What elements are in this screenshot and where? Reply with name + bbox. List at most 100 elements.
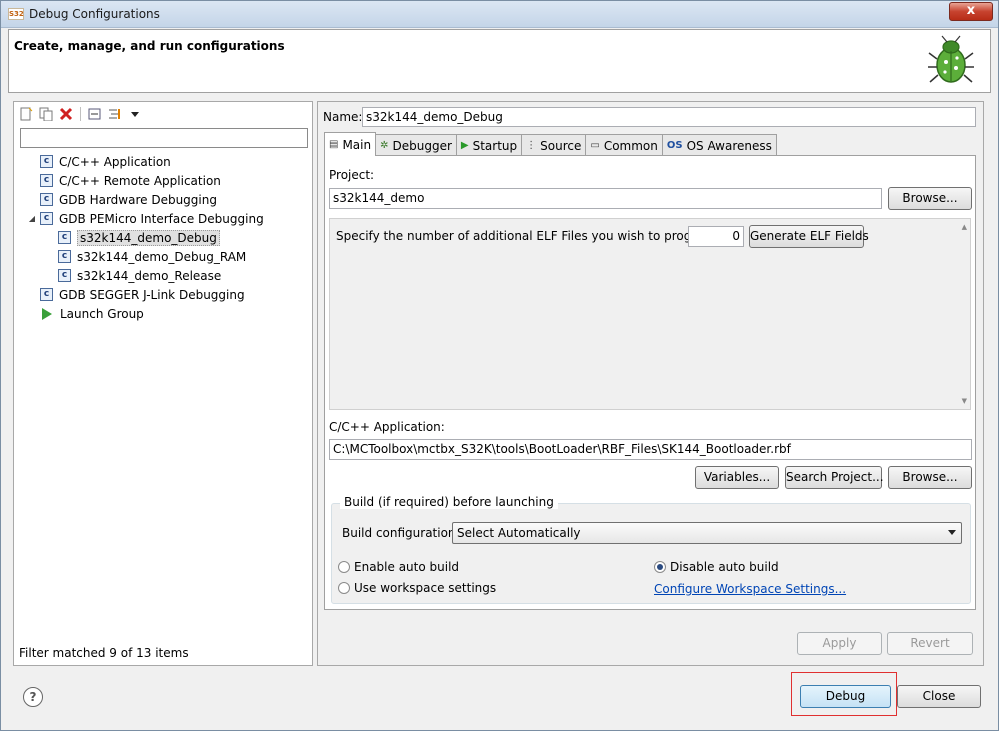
use-workspace-settings-radio[interactable]: Use workspace settings: [338, 581, 496, 595]
c-config-icon: c: [40, 155, 53, 168]
build-configuration-value: Select Automatically: [457, 526, 581, 540]
elf-files-area: Specify the number of additional ELF Fil…: [329, 218, 971, 410]
tree-item-gdb-segger-jlink-debugging[interactable]: c GDB SEGGER J-Link Debugging: [40, 285, 245, 304]
tab-startup[interactable]: ▶ Startup: [455, 134, 523, 156]
toolbar-separator: [80, 107, 81, 121]
tree-item-label: Launch Group: [60, 306, 144, 321]
radio-indicator: [338, 561, 350, 573]
radio-label: Enable auto build: [354, 560, 460, 574]
filter-config-icon[interactable]: [107, 106, 123, 122]
revert-button[interactable]: Revert: [887, 632, 973, 655]
build-configuration-label: Build configuration:: [342, 526, 460, 540]
tab-main[interactable]: ▤ Main: [324, 132, 377, 156]
configure-workspace-settings-link[interactable]: Configure Workspace Settings...: [654, 582, 846, 596]
window-title: Debug Configurations: [29, 7, 160, 21]
c-config-icon: c: [40, 212, 53, 225]
application-browse-button[interactable]: Browse...: [888, 466, 972, 489]
name-input[interactable]: s32k144_demo_Debug: [362, 107, 976, 127]
chevron-down-icon: [948, 530, 956, 535]
generate-elf-fields-button[interactable]: Generate ELF Fields: [749, 225, 869, 248]
config-tabs: ▤ Main ✲ Debugger ▶ Startup ⋮ Source ▭ C…: [324, 132, 777, 156]
common-tab-icon: ▭: [590, 140, 600, 151]
main-tab-body: Project: s32k144_demo Browse... Specify …: [324, 155, 976, 610]
c-config-icon: c: [40, 288, 53, 301]
help-icon[interactable]: ?: [23, 687, 43, 707]
radio-indicator: [338, 582, 350, 594]
tab-common[interactable]: ▭ Common: [585, 134, 663, 156]
expanded-triangle-icon[interactable]: ◢: [26, 214, 38, 223]
apply-button[interactable]: Apply: [797, 632, 882, 655]
variables-button[interactable]: Variables...: [695, 466, 779, 489]
debugger-tab-icon: ✲: [380, 140, 389, 151]
source-tab-icon: ⋮: [526, 140, 537, 151]
c-config-icon: c: [40, 193, 53, 206]
c-config-icon: c: [58, 269, 71, 282]
tab-os-awareness[interactable]: OS OS Awareness: [661, 134, 777, 156]
tab-label: Main: [342, 137, 372, 152]
left-toolbar: [18, 105, 143, 123]
close-window-button[interactable]: x: [949, 2, 993, 21]
tree-item-s32k144-demo-release[interactable]: c s32k144_demo_Release: [58, 266, 221, 285]
configuration-list-panel: c C/C++ Application c C/C++ Remote Appli…: [13, 101, 313, 666]
title-bar: S32 Debug Configurations x: [1, 1, 998, 28]
collapse-all-icon[interactable]: [87, 106, 103, 122]
tab-label: Startup: [472, 138, 518, 153]
debug-button[interactable]: Debug: [800, 685, 891, 708]
tree-item-gdb-pemicro-interface-debugging[interactable]: ◢ c GDB PEMicro Interface Debugging: [26, 209, 264, 228]
build-configuration-select[interactable]: Select Automatically: [452, 522, 962, 544]
elf-count-field[interactable]: 0: [688, 226, 744, 247]
tab-source[interactable]: ⋮ Source: [521, 134, 587, 156]
filter-menu-chevron-down-icon[interactable]: [127, 106, 143, 122]
tree-item-c-cpp-remote-application[interactable]: c C/C++ Remote Application: [40, 171, 221, 190]
tree-item-launch-group[interactable]: Launch Group: [40, 304, 144, 323]
duplicate-config-icon[interactable]: [38, 106, 54, 122]
delete-config-icon[interactable]: [58, 106, 74, 122]
tab-label: Source: [540, 138, 582, 153]
tab-label: Debugger: [392, 138, 452, 153]
tree-item-s32k144-demo-debug[interactable]: c s32k144_demo_Debug: [58, 228, 220, 247]
main-tab-icon: ▤: [329, 139, 339, 150]
bug-icon: [928, 35, 974, 83]
close-button[interactable]: Close: [897, 685, 981, 708]
launch-group-icon: [42, 307, 52, 320]
configuration-editor-panel: Name: s32k144_demo_Debug ▤ Main ✲ Debugg…: [317, 101, 984, 666]
tree-item-label: s32k144_demo_Debug_RAM: [77, 249, 247, 264]
cpp-application-label: C/C++ Application:: [329, 420, 445, 434]
c-config-icon: c: [40, 174, 53, 187]
build-group-title: Build (if required) before launching: [340, 495, 558, 509]
tree-item-label: s32k144_demo_Debug: [77, 229, 220, 246]
filter-input[interactable]: [20, 128, 308, 148]
radio-label: Disable auto build: [670, 560, 779, 574]
disable-auto-build-radio[interactable]: Disable auto build: [654, 560, 779, 574]
new-config-icon[interactable]: [18, 106, 34, 122]
startup-tab-icon: ▶: [460, 140, 469, 151]
project-browse-button[interactable]: Browse...: [888, 187, 972, 210]
tree-item-label: GDB PEMicro Interface Debugging: [59, 211, 264, 226]
tree-item-c-cpp-application[interactable]: c C/C++ Application: [40, 152, 171, 171]
cpp-application-field[interactable]: C:\MCToolbox\mctbx_S32K\tools\BootLoader…: [329, 439, 972, 460]
tab-debugger[interactable]: ✲ Debugger: [375, 134, 457, 156]
tree-item-s32k144-demo-debug-ram[interactable]: c s32k144_demo_Debug_RAM: [58, 247, 246, 266]
build-group: Build (if required) before launching Bui…: [331, 495, 971, 604]
search-project-button[interactable]: Search Project...: [785, 466, 884, 489]
tree-item-label: GDB SEGGER J-Link Debugging: [59, 287, 245, 302]
project-label: Project:: [329, 168, 375, 182]
header-title: Create, manage, and run configurations: [14, 39, 285, 53]
elf-prompt: Specify the number of additional ELF Fil…: [336, 229, 720, 243]
tab-label: Common: [603, 138, 658, 153]
header-banner: Create, manage, and run configurations: [8, 29, 991, 93]
tree-item-label: C/C++ Remote Application: [59, 173, 221, 188]
scroll-up-icon[interactable]: ▲: [962, 223, 967, 231]
radio-indicator: [654, 561, 666, 573]
tree-item-gdb-hardware-debugging[interactable]: c GDB Hardware Debugging: [40, 190, 217, 209]
enable-auto-build-radio[interactable]: Enable auto build: [338, 560, 459, 574]
project-field[interactable]: s32k144_demo: [329, 188, 882, 209]
app-icon: S32: [8, 8, 24, 20]
name-label: Name:: [323, 110, 363, 124]
tab-label: OS Awareness: [686, 138, 772, 153]
c-config-icon: c: [58, 231, 71, 244]
radio-label: Use workspace settings: [354, 581, 497, 595]
scroll-down-icon[interactable]: ▼: [962, 397, 967, 405]
tree-item-label: s32k144_demo_Release: [77, 268, 222, 283]
tree-item-label: GDB Hardware Debugging: [59, 192, 217, 207]
